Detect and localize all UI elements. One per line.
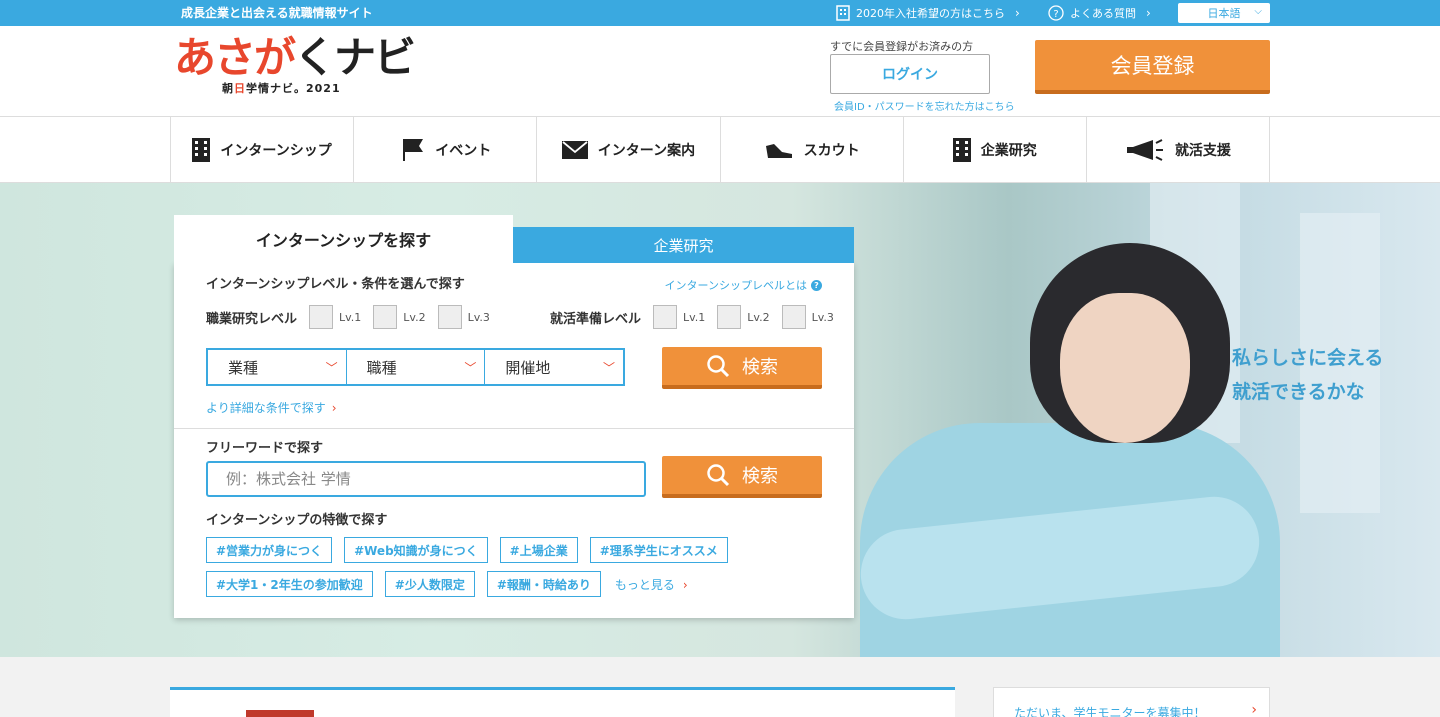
student-monitor-text: ただいま、学生モニターを募集中！ bbox=[1014, 706, 1206, 717]
logo-wordmark: あさがくナビ bbox=[174, 33, 416, 82]
feature-tags: #営業力が身につく #Web知識が身につく #上場企業 #理系学生にオススメ #… bbox=[206, 537, 766, 597]
building-icon bbox=[836, 5, 850, 21]
chevron-down-icon: ﹀ bbox=[464, 360, 477, 375]
student-monitor-banner[interactable]: ただいま、学生モニターを募集中！ › bbox=[993, 687, 1270, 717]
prep-level-2-checkbox[interactable] bbox=[717, 305, 742, 329]
megaphone-icon bbox=[1126, 139, 1163, 161]
tab-company-research[interactable]: 企業研究 bbox=[513, 227, 854, 263]
content-card bbox=[170, 687, 955, 717]
freeword-input[interactable] bbox=[206, 461, 646, 497]
nav-item-label: インターンシップ bbox=[220, 143, 332, 159]
logo-subtitle: 朝日学情ナビ。2021 bbox=[222, 82, 341, 95]
building-icon bbox=[952, 138, 971, 162]
forgot-password-link[interactable]: 会員ID・パスワードを忘れた方はこちら bbox=[834, 98, 1015, 113]
site-header: あさがくナビ 朝日学情ナビ。2021 すでに会員登録がお済みの方 ログイン 会員… bbox=[0, 26, 1440, 117]
login-button[interactable]: ログイン bbox=[830, 54, 990, 94]
hero-catchcopy: 私らしさに会える 就活できるかな bbox=[1232, 347, 1384, 403]
search-icon bbox=[707, 464, 730, 487]
chevron-right-icon: › bbox=[682, 577, 688, 592]
question-icon: ? bbox=[811, 279, 822, 291]
nav-item-label: 就活支援 bbox=[1174, 143, 1231, 159]
mail-icon bbox=[561, 141, 588, 159]
top-bar: 成長企業と出会える就職情報サイト 2020年入社希望の方はこちら › ? よくあ… bbox=[0, 0, 1440, 26]
job-prep-label: 就活準備レベル bbox=[550, 311, 642, 327]
chevron-down-icon: ﹀ bbox=[325, 360, 338, 375]
nav-item-label: スカウト bbox=[803, 143, 860, 159]
already-registered-text: すでに会員登録がお済みの方 bbox=[830, 40, 974, 53]
career-level-2-checkbox[interactable] bbox=[373, 305, 398, 329]
industry-select[interactable]: 業種 ﹀ bbox=[208, 350, 347, 384]
chevron-down-icon: ⌵ bbox=[1254, 6, 1262, 17]
language-label: 日本語 bbox=[1207, 7, 1241, 20]
svg-text:?: ? bbox=[1053, 9, 1058, 20]
nav-item-event[interactable]: イベント bbox=[354, 117, 538, 183]
flag-icon bbox=[403, 139, 424, 161]
chevron-right-icon: › bbox=[1015, 6, 1020, 20]
feature-tag[interactable]: #理系学生にオススメ bbox=[589, 537, 728, 563]
nav-item-company-research[interactable]: 企業研究 bbox=[904, 117, 1087, 183]
career-level-3-checkbox[interactable] bbox=[437, 305, 462, 329]
search-panel: インターンシップレベル・条件を選んで探す インターンシップレベルとは ? 職業研… bbox=[174, 263, 854, 618]
prep-level-3-checkbox[interactable] bbox=[781, 305, 806, 329]
nav-item-label: インターン案内 bbox=[597, 143, 696, 159]
divider bbox=[174, 428, 854, 429]
search-icon bbox=[707, 355, 730, 378]
building-icon bbox=[192, 138, 211, 162]
location-select[interactable]: 開催地 ﹀ bbox=[485, 350, 623, 384]
career-research-level: 職業研究レベル Lv.1 Lv.2 Lv.3 bbox=[206, 305, 490, 329]
freeword-title: フリーワードで探す bbox=[206, 441, 324, 456]
link-faq[interactable]: ? よくある質問 › bbox=[1048, 5, 1151, 21]
condition-selects: 業種 ﹀ 職種 ﹀ 開催地 ﹀ bbox=[206, 348, 625, 386]
register-button[interactable]: 会員登録 bbox=[1035, 40, 1270, 94]
career-research-label: 職業研究レベル bbox=[206, 311, 298, 327]
chevron-right-icon: › bbox=[1146, 6, 1151, 20]
link-2020-label: 2020年入社希望の方はこちら bbox=[856, 7, 1005, 20]
site-tagline: 成長企業と出会える就職情報サイト bbox=[181, 6, 373, 20]
site-logo[interactable]: あさがくナビ 朝日学情ナビ。2021 bbox=[174, 33, 416, 96]
feature-tag[interactable]: #大学1・2年生の参加歓迎 bbox=[206, 571, 373, 597]
red-block bbox=[246, 710, 314, 717]
feature-tag[interactable]: #上場企業 bbox=[499, 537, 578, 563]
condition-search-button[interactable]: 検索 bbox=[662, 347, 822, 389]
chevron-right-icon: › bbox=[1251, 702, 1257, 717]
nav-item-scout[interactable]: スカウト bbox=[721, 117, 904, 183]
nav-item-label: イベント bbox=[435, 143, 492, 159]
more-tags-link[interactable]: もっと見る › bbox=[615, 576, 688, 593]
feature-tag[interactable]: #少人数限定 bbox=[384, 571, 475, 597]
detailed-search-link[interactable]: より詳細な条件で探す › bbox=[206, 399, 337, 416]
nav-item-label: 企業研究 bbox=[980, 143, 1037, 159]
nav-item-intern-guide[interactable]: インターン案内 bbox=[537, 117, 721, 183]
language-select[interactable]: 日本語 ⌵ bbox=[1178, 3, 1270, 23]
feature-title: インターンシップの特徴で探す bbox=[206, 513, 388, 528]
job-type-select[interactable]: 職種 ﹀ bbox=[347, 350, 486, 384]
feature-tag[interactable]: #Web知識が身につく bbox=[344, 537, 488, 563]
shoe-icon bbox=[765, 144, 792, 158]
feature-tag[interactable]: #営業力が身につく bbox=[206, 537, 333, 563]
link-2020-applicants[interactable]: 2020年入社希望の方はこちら › bbox=[836, 5, 1020, 21]
tab-internship-search[interactable]: インターンシップを探す bbox=[174, 215, 513, 263]
chevron-down-icon: ﹀ bbox=[603, 360, 616, 375]
freeword-search-button[interactable]: 検索 bbox=[662, 456, 822, 498]
level-section-title: インターンシップレベル・条件を選んで探す bbox=[206, 277, 465, 292]
career-level-1-checkbox[interactable] bbox=[309, 305, 334, 329]
nav-item-job-support[interactable]: 就活支援 bbox=[1087, 117, 1271, 183]
main-nav: インターンシップ イベント インターン案内 スカウト 企業研究 就活支援 bbox=[0, 117, 1440, 183]
link-faq-label: よくある質問 bbox=[1070, 7, 1136, 20]
chevron-right-icon: › bbox=[331, 401, 337, 415]
level-help-link[interactable]: インターンシップレベルとは ? bbox=[665, 277, 822, 293]
prep-level-1-checkbox[interactable] bbox=[653, 305, 678, 329]
feature-tag[interactable]: #報酬・時給あり bbox=[486, 571, 601, 597]
job-prep-level: 就活準備レベル Lv.1 Lv.2 Lv.3 bbox=[550, 305, 834, 329]
question-circle-icon: ? bbox=[1048, 5, 1064, 21]
nav-item-internship[interactable]: インターンシップ bbox=[171, 117, 355, 183]
